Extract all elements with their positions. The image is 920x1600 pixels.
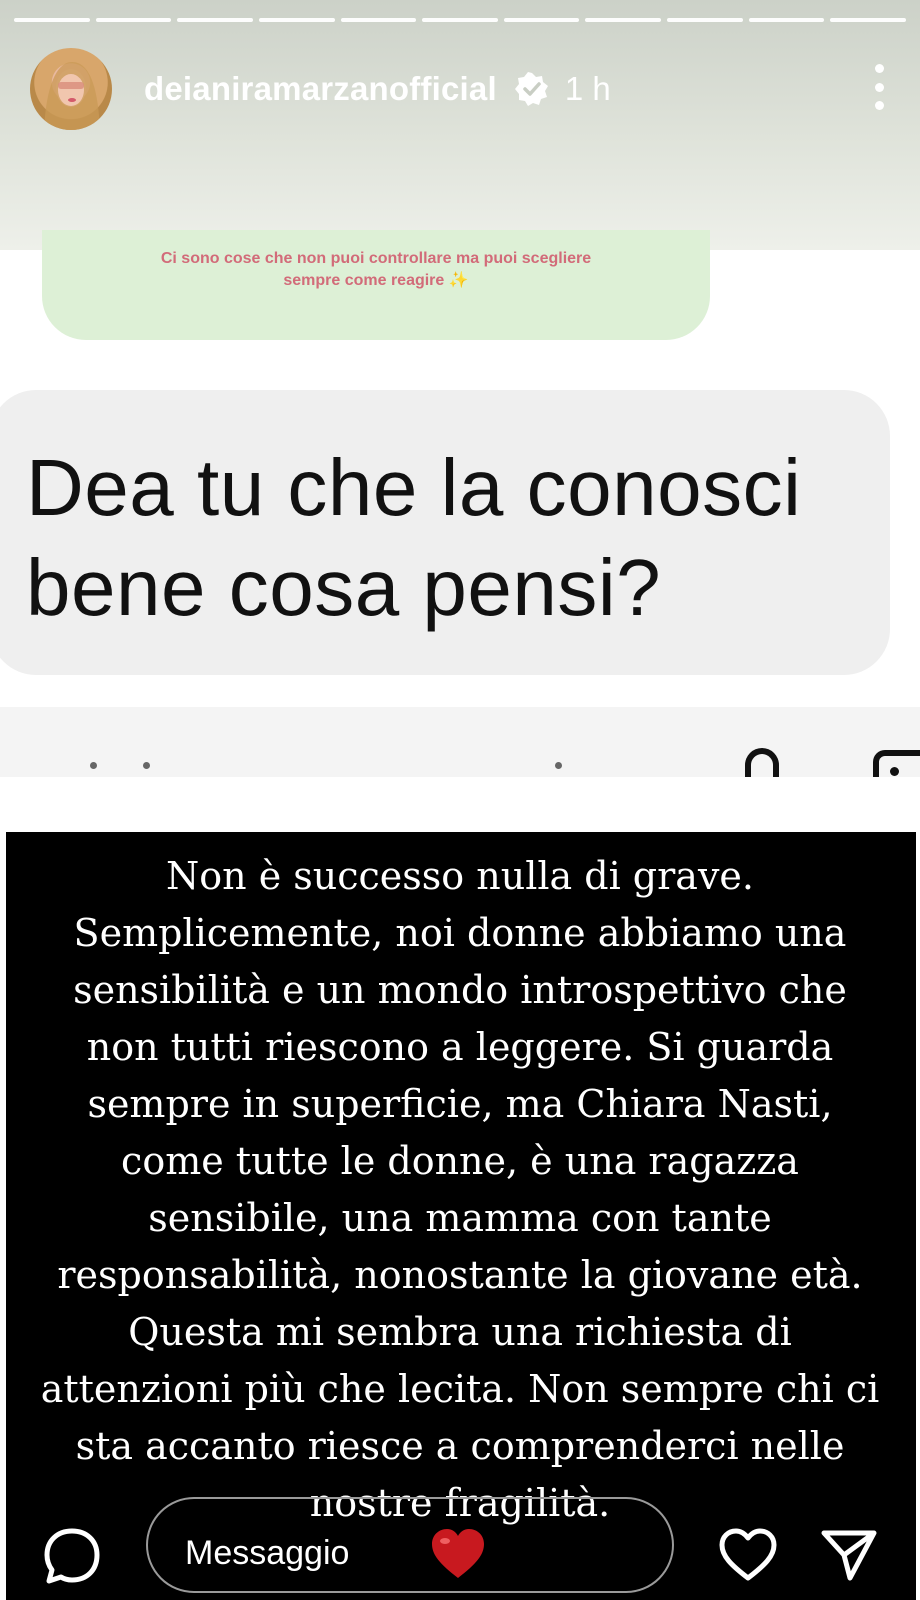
message-placeholder[interactable]: Messaggio [185, 1534, 349, 1573]
statement-line: come tutte le donne, è una ragazza [121, 1139, 799, 1183]
progress-segment [177, 18, 253, 22]
dot-icon [90, 762, 97, 769]
verified-badge-icon [514, 72, 548, 106]
progress-segment [422, 18, 498, 22]
progress-segment [830, 18, 907, 22]
avatar-photo-icon [44, 62, 100, 130]
statement-line: non tutti riescono a leggere. Si guarda [86, 1025, 834, 1069]
progress-segment [585, 18, 662, 22]
quoted-story-line: sempre come reagire ✨ [283, 272, 469, 289]
separator [0, 777, 920, 832]
question-line: bene cosa pensi? [26, 543, 662, 632]
statement-line: sensibilità e un mondo introspettivo che [73, 968, 847, 1012]
post-time: 1 h [564, 70, 611, 107]
statement-line: Non è successo nulla di grave. [166, 854, 754, 898]
statement-line: Semplicemente, noi donne abbiamo una [73, 911, 847, 955]
dot-icon [143, 762, 150, 769]
send-icon[interactable] [820, 1528, 878, 1582]
avatar[interactable] [30, 48, 112, 130]
quoted-story-text: Ci sono cose che non puoi controllare ma… [42, 248, 710, 292]
progress-segment [95, 18, 172, 22]
statement-line: Questa mi sembra una richiesta di [128, 1310, 792, 1354]
statement-line: attenzioni più che lecita. Non sempre ch… [40, 1367, 880, 1411]
camera-lens-icon [890, 767, 899, 776]
statement-line: responsabilità, nonostante la giovane et… [57, 1253, 863, 1297]
heart-emoji-icon[interactable] [430, 1528, 486, 1580]
dot-icon [555, 762, 562, 769]
chat-bubble-icon[interactable] [42, 1526, 102, 1586]
username[interactable]: deianiramarzanofficial [144, 70, 497, 108]
statement-text: Non è successo nulla di grave. Semplicem… [20, 848, 900, 1532]
question-line: Dea tu che la conosci [26, 443, 802, 532]
question-text: Dea tu che la conosci bene cosa pensi? [26, 438, 866, 638]
screenshot-toolbar-strip [0, 707, 920, 777]
progress-segment [503, 18, 580, 22]
progress-segment [667, 18, 743, 22]
progress-segment [748, 18, 825, 22]
progress-segment [258, 18, 335, 22]
story-progress-bar [14, 18, 907, 22]
statement-line: sensibile, una mamma con tante [148, 1196, 772, 1240]
statement-line: sempre in superficie, ma Chiara Nasti, [87, 1082, 833, 1126]
story-header: deianiramarzanofficial 1 h [30, 46, 890, 132]
progress-segment [14, 18, 90, 22]
statement-line: sta accanto riesce a comprenderci nelle [75, 1424, 845, 1468]
more-options-icon[interactable] [872, 64, 886, 110]
quoted-story-line: Ci sono cose che non puoi controllare ma… [160, 250, 592, 267]
like-heart-icon[interactable] [718, 1528, 778, 1582]
progress-segment [340, 18, 417, 22]
